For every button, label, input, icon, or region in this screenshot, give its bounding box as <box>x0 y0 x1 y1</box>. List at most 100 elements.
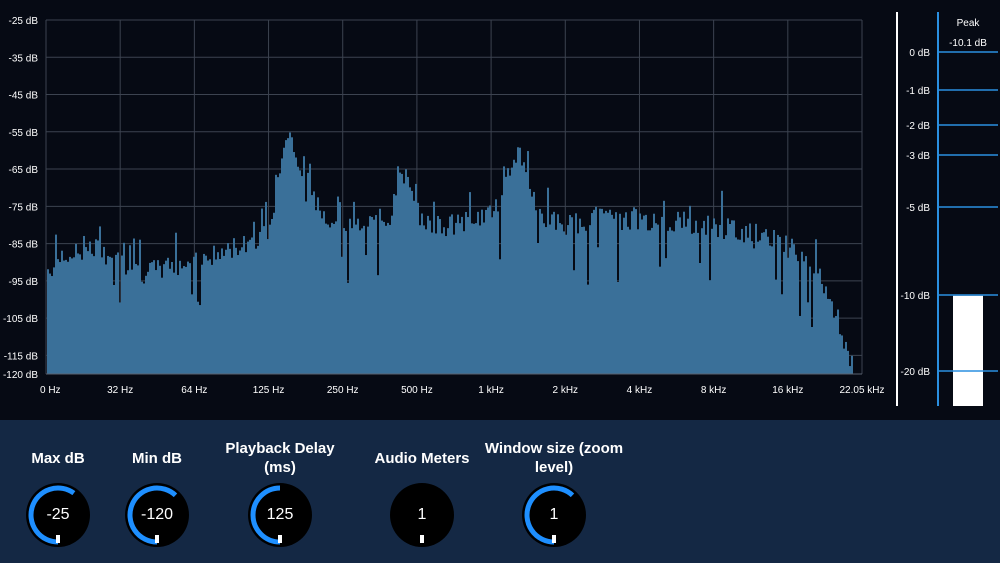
spectrum-bar <box>845 341 847 374</box>
spectrum-bar <box>331 222 333 374</box>
spectrum-bar <box>811 327 813 374</box>
spectrum-bar <box>187 261 189 374</box>
spectrum-bar <box>565 234 567 374</box>
spectrum-bar <box>839 334 841 374</box>
spectrum-bar <box>463 231 465 374</box>
spectrum-bar <box>491 217 493 374</box>
spectrum-bar <box>361 228 363 374</box>
spectrum-bar <box>305 201 307 374</box>
spectrum-bar <box>623 217 625 374</box>
spectrum-bar <box>713 218 715 374</box>
spectrum-bar <box>59 262 61 374</box>
controls-panel: Max dB -25 Min dB -120 Playback Delay (m… <box>0 420 1000 563</box>
spectrum-bar <box>335 221 337 374</box>
spectrum-bar <box>805 256 807 374</box>
spectrum-bar <box>507 168 509 374</box>
spectrum-bar <box>109 256 111 374</box>
spectrum-bar <box>597 247 599 374</box>
spectrum-bar <box>261 208 263 374</box>
spectrum-bar <box>547 187 549 374</box>
spectrum-bar <box>135 263 137 374</box>
audio-meters-knob[interactable]: 1 <box>389 482 455 548</box>
spectrum-bar <box>415 183 417 374</box>
spectrum-bar <box>177 275 179 374</box>
y-tick-label: -120 dB <box>3 370 38 381</box>
spectrum-bar <box>709 280 711 374</box>
spectrum-bar <box>153 260 155 374</box>
spectrum-bar <box>69 256 71 374</box>
spectrum-bar <box>753 248 755 374</box>
spectrum-bar <box>601 208 603 374</box>
spectrum-bar <box>787 257 789 374</box>
playback-delay-knob[interactable]: 125 <box>247 482 313 548</box>
spectrum-bar <box>327 224 329 374</box>
spectrum-bar <box>677 211 679 374</box>
y-tick-label: -95 dB <box>9 277 39 288</box>
spectrum-bar <box>105 264 107 374</box>
spectrum-bar <box>427 215 429 374</box>
spectrum-bar <box>521 165 523 374</box>
spectrum-bar <box>739 239 741 374</box>
spectrum-bar <box>679 217 681 374</box>
spectrum-bar <box>703 220 705 374</box>
x-tick-label: 250 Hz <box>327 385 359 396</box>
spectrum-bar <box>639 213 641 374</box>
spectrum-bar <box>499 259 501 374</box>
spectrum-bar <box>575 213 577 374</box>
spectrum-bar <box>215 259 217 374</box>
spectrum-bar <box>81 259 83 374</box>
spectrum-bar <box>253 221 255 374</box>
spectrum-bar <box>123 242 125 374</box>
spectrum-bar <box>847 350 849 374</box>
spectrum-bar <box>115 254 117 374</box>
spectrum-bar <box>579 218 581 374</box>
spectrum-bar <box>169 268 171 374</box>
spectrum-bar <box>103 246 105 374</box>
spectrum-bar <box>849 366 851 374</box>
control-label: Min dB <box>132 449 182 467</box>
spectrum-bar <box>157 260 159 374</box>
spectrum-bar <box>779 236 781 374</box>
spectrum-bar <box>675 220 677 374</box>
spectrum-bar <box>441 233 443 374</box>
spectrum-bar <box>231 257 233 374</box>
x-tick-label: 125 Hz <box>253 385 285 396</box>
spectrum-bar <box>321 218 323 374</box>
spectrum-bar <box>665 258 667 374</box>
spectrum-bar <box>641 219 643 374</box>
spectrum-bar <box>621 230 623 374</box>
spectrum-bar <box>517 147 519 374</box>
peak-title: Peak <box>957 18 981 29</box>
spectrum-bar <box>781 294 783 374</box>
spectrum-bar <box>773 229 775 374</box>
spectrum-bar <box>705 234 707 374</box>
spectrum-bar <box>603 213 605 374</box>
spectrum-bar <box>775 279 777 374</box>
window-size-knob[interactable]: 1 <box>521 482 587 548</box>
spectrum-bar <box>383 221 385 374</box>
spectrum-bar <box>585 230 587 374</box>
spectrum-bar <box>405 169 407 374</box>
spectrum-bar <box>449 216 451 374</box>
spectrum-bar <box>493 211 495 374</box>
min-db-knob[interactable]: -120 <box>124 482 190 548</box>
spectrum-bar <box>475 223 477 374</box>
max-db-knob[interactable]: -25 <box>25 482 91 548</box>
spectrum-bar <box>179 260 181 374</box>
spectrum-bar <box>577 233 579 374</box>
spectrum-bar <box>663 200 665 374</box>
spectrum-bar <box>635 209 637 374</box>
control-label: Window size (zoom level) <box>484 440 624 476</box>
meter-tick-label: 0 dB <box>909 48 930 59</box>
spectrum-bar <box>419 225 421 374</box>
x-tick-label: 64 Hz <box>181 385 207 396</box>
spectrum-bar <box>757 241 759 374</box>
x-tick-label: 4 kHz <box>627 385 653 396</box>
spectrum-bar <box>373 219 375 374</box>
spectrum-bar <box>605 210 607 374</box>
spectrum-bar <box>531 196 533 374</box>
spectrum-bar <box>487 207 489 374</box>
spectrum-bar <box>769 245 771 374</box>
spectrum-bar <box>337 196 339 374</box>
spectrum-bar <box>333 223 335 374</box>
